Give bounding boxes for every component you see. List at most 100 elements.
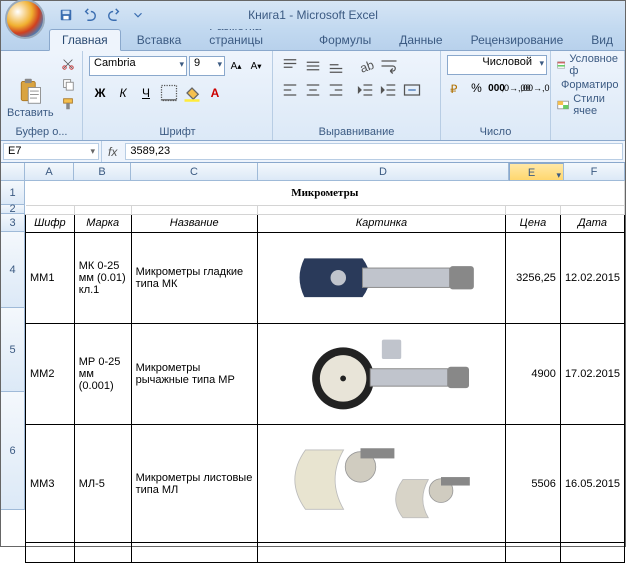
row-header-5[interactable]: 5 <box>1 308 25 392</box>
conditional-formatting-button[interactable]: Условное ф <box>557 55 618 75</box>
select-all-corner[interactable] <box>1 163 25 181</box>
cell-header[interactable]: Картинка <box>257 214 505 232</box>
micrometer-mr-icon <box>285 330 479 417</box>
tab-home[interactable]: Главная <box>49 29 121 51</box>
formula-bar: E7 fx 3589,23 <box>1 141 625 163</box>
bold-button[interactable]: Ж <box>89 82 111 104</box>
cell[interactable]: ММ1 <box>26 232 75 323</box>
svg-text:₽: ₽ <box>450 82 458 95</box>
paste-icon <box>15 77 45 105</box>
align-top-icon[interactable] <box>279 55 301 77</box>
row-header-2[interactable]: 2 <box>1 205 25 214</box>
undo-icon[interactable] <box>79 5 101 25</box>
cut-icon[interactable] <box>58 55 78 73</box>
office-button[interactable] <box>5 0 45 39</box>
tab-insert[interactable]: Вставка <box>125 30 194 50</box>
font-size-select[interactable]: 9 <box>189 56 225 76</box>
cell-header[interactable]: Цена <box>505 214 560 232</box>
decrease-indent-icon[interactable] <box>355 79 377 101</box>
cell[interactable]: МР 0-25 мм (0.001) <box>74 323 131 425</box>
row-header-6[interactable]: 6 <box>1 392 25 510</box>
align-bottom-icon[interactable] <box>325 55 347 77</box>
format-painter-icon[interactable] <box>58 95 78 113</box>
accounting-format-icon[interactable]: ₽ <box>447 77 466 99</box>
number-format-select[interactable]: Числовой <box>447 55 547 75</box>
row-header-1[interactable]: 1 <box>1 181 25 205</box>
percent-format-icon[interactable]: % <box>467 77 486 99</box>
tab-formulas[interactable]: Формулы <box>307 30 383 50</box>
redo-icon[interactable] <box>103 5 125 25</box>
col-header-c[interactable]: C <box>131 163 258 181</box>
cell[interactable]: 4900 <box>505 323 560 425</box>
ribbon-tabs: Главная Вставка Разметка страницы Формул… <box>1 29 625 51</box>
ribbon: Вставить Буфер о... Cambria 9 A▴ A▾ Ж К … <box>1 51 625 141</box>
align-right-icon[interactable] <box>325 79 347 101</box>
cell-image[interactable] <box>257 425 505 543</box>
font-name-select[interactable]: Cambria <box>89 56 187 76</box>
cell[interactable]: 12.02.2015 <box>560 232 624 323</box>
align-middle-icon[interactable] <box>302 55 324 77</box>
cell-styles-icon <box>557 98 569 112</box>
fx-area: fx <box>101 141 123 162</box>
grid-left: 1 2 3 4 5 6 <box>1 163 25 563</box>
formula-input[interactable]: 3589,23 <box>125 143 623 160</box>
cell-image[interactable] <box>257 323 505 425</box>
title-bar: Книга1 - Microsoft Excel <box>1 1 625 29</box>
cell-header[interactable]: Шифр <box>26 214 75 232</box>
font-color-button[interactable]: A <box>204 82 226 104</box>
cell-image[interactable] <box>257 232 505 323</box>
name-box[interactable]: E7 <box>3 143 99 160</box>
cell[interactable]: 5506 <box>505 425 560 543</box>
save-icon[interactable] <box>55 5 77 25</box>
border-button[interactable] <box>158 82 180 104</box>
group-font: Cambria 9 A▴ A▾ Ж К Ч A Шрифт <box>83 51 273 140</box>
grow-font-icon[interactable]: A▴ <box>227 55 245 77</box>
cell[interactable]: Микрометры гладкие типа МК <box>131 232 257 323</box>
group-font-label: Шрифт <box>83 126 272 138</box>
italic-button[interactable]: К <box>112 82 134 104</box>
micrometer-mk-icon <box>285 239 479 316</box>
wrap-text-icon[interactable] <box>378 55 400 77</box>
copy-icon[interactable] <box>58 75 78 93</box>
cell[interactable]: МК 0-25 мм (0.01) кл.1 <box>74 232 131 323</box>
cell[interactable]: 16.05.2015 <box>560 425 624 543</box>
cell[interactable]: 17.02.2015 <box>560 323 624 425</box>
fx-button[interactable]: fx <box>108 145 117 159</box>
cell-title[interactable]: Микрометры <box>26 181 625 205</box>
align-center-icon[interactable] <box>302 79 324 101</box>
cell-header[interactable]: Название <box>131 214 257 232</box>
row-header-4[interactable]: 4 <box>1 232 25 308</box>
group-clipboard: Вставить Буфер о... <box>1 51 83 140</box>
tab-view[interactable]: Вид <box>579 30 625 50</box>
cell[interactable]: МЛ-5 <box>74 425 131 543</box>
increase-indent-icon[interactable] <box>378 79 400 101</box>
col-header-e[interactable]: E <box>509 163 564 181</box>
col-header-f[interactable]: F <box>564 163 625 181</box>
cell-header[interactable]: Дата <box>560 214 624 232</box>
merge-icon[interactable] <box>401 79 423 101</box>
format-as-table-button[interactable]: Форматиро <box>557 75 618 95</box>
cell-header[interactable]: Марка <box>74 214 131 232</box>
col-header-d[interactable]: D <box>258 163 509 181</box>
fill-color-button[interactable] <box>181 82 203 104</box>
qat-dropdown-icon[interactable] <box>127 5 149 25</box>
underline-button[interactable]: Ч <box>135 82 157 104</box>
cell[interactable]: ММ2 <box>26 323 75 425</box>
shrink-font-icon[interactable]: A▾ <box>247 55 265 77</box>
cell[interactable]: ММ3 <box>26 425 75 543</box>
cell[interactable]: Микрометры рычажные типа МР <box>131 323 257 425</box>
row-header-3[interactable]: 3 <box>1 214 25 232</box>
col-header-b[interactable]: B <box>74 163 131 181</box>
cell-styles-button[interactable]: Стили ячее <box>557 95 618 115</box>
align-left-icon[interactable] <box>279 79 301 101</box>
orientation-icon[interactable]: ab <box>355 55 377 77</box>
group-number-label: Число <box>441 126 550 138</box>
svg-text:ab: ab <box>358 58 376 76</box>
col-header-a[interactable]: A <box>25 163 74 181</box>
decrease-decimal-icon[interactable]: ,00→,0 <box>526 77 544 99</box>
cells-area[interactable]: A B C D E F Микрометры Шифр Марка Назван… <box>25 163 625 563</box>
cell[interactable]: Микрометры листовые типа МЛ <box>131 425 257 543</box>
tab-data[interactable]: Данные <box>387 30 454 50</box>
cell[interactable]: 3256,25 <box>505 232 560 323</box>
tab-review[interactable]: Рецензирование <box>459 30 576 50</box>
